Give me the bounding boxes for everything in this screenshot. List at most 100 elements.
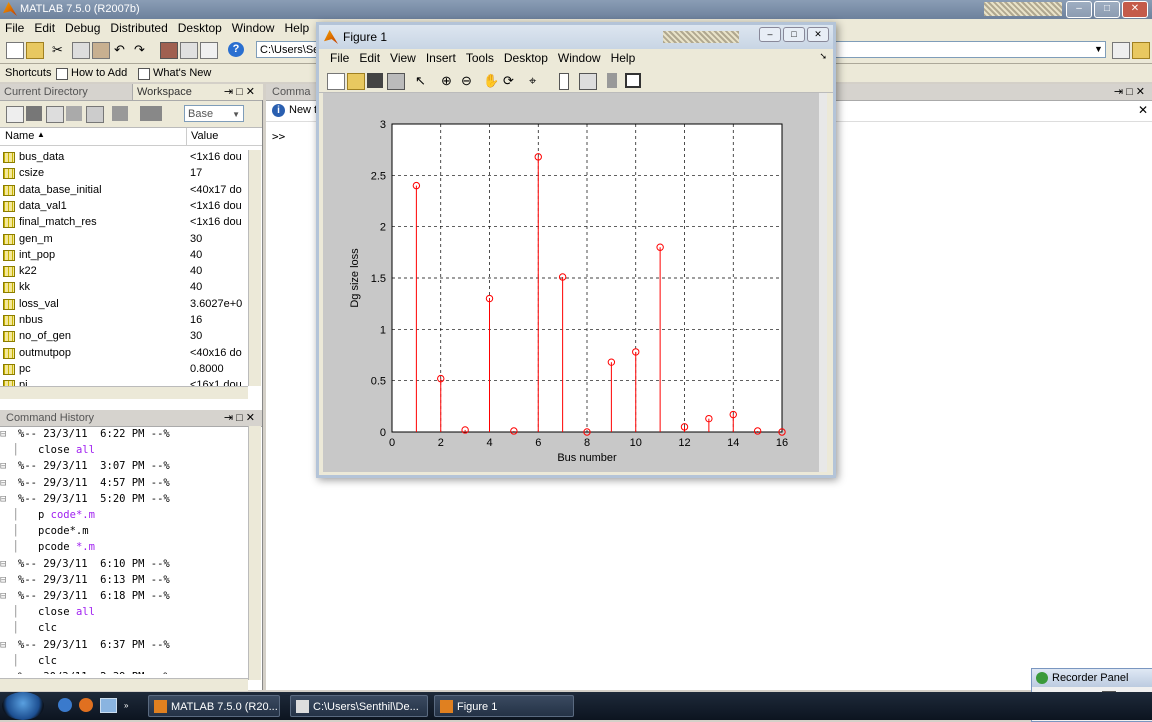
figure-menu-window[interactable]: Window	[553, 51, 606, 65]
taskbar-item[interactable]: MATLAB 7.5.0 (R20...	[148, 695, 280, 717]
collapse-toggle-icon[interactable]: ⊟	[0, 428, 18, 440]
workspace-row[interactable]: pc 0.8000	[0, 362, 248, 378]
zoom-out-icon[interactable]: ⊖	[461, 73, 477, 88]
figure-menu-edit[interactable]: Edit	[354, 51, 385, 65]
legend-icon[interactable]	[579, 73, 597, 90]
close-icon[interactable]: ✕	[1138, 103, 1148, 117]
history-entry[interactable]: │ pcode *.m	[0, 541, 95, 553]
data-cursor-icon[interactable]: ⌖	[529, 73, 545, 88]
workspace-row[interactable]: data_base_initial <40x17 do	[0, 183, 248, 199]
history-vertical-scrollbar[interactable]	[248, 426, 261, 680]
import-data-icon[interactable]	[46, 106, 64, 123]
panel-controls[interactable]: ⇥□✕	[1114, 85, 1148, 98]
open-file-icon[interactable]	[26, 42, 44, 59]
workspace-row[interactable]: loss_val 3.6027e+0	[0, 297, 248, 313]
firefox-quicklaunch-icon[interactable]	[79, 698, 93, 712]
how-to-add-link[interactable]: How to Add	[71, 67, 127, 79]
history-entry[interactable]: │ close all	[0, 444, 95, 456]
figure-menu-insert[interactable]: Insert	[421, 51, 461, 65]
collapse-toggle-icon[interactable]: ⊟	[0, 558, 18, 570]
rotate-3d-icon[interactable]: ⟳	[503, 73, 519, 88]
menu-edit[interactable]: Edit	[29, 21, 60, 35]
taskbar-item[interactable]: Figure 1	[434, 695, 574, 717]
history-entry[interactable]: ⊟ %-- 23/3/11 6:22 PM --%	[0, 428, 170, 440]
history-entry[interactable]: ⊟ %-- 29/3/11 6:37 PM --%	[0, 639, 170, 651]
open-file-icon[interactable]	[347, 73, 365, 90]
collapse-toggle-icon[interactable]: ⊟	[0, 574, 18, 586]
figure-minimize-button[interactable]: –	[759, 27, 781, 42]
menu-window[interactable]: Window	[227, 21, 280, 35]
menu-debug[interactable]: Debug	[60, 21, 105, 35]
simulink-icon[interactable]	[160, 42, 178, 59]
print-icon[interactable]	[86, 106, 104, 123]
chevron-right-icon[interactable]: »	[124, 701, 128, 710]
history-entry[interactable]: │ pcode*.m	[0, 525, 89, 537]
colorbar-icon[interactable]	[559, 73, 569, 90]
minimize-button[interactable]: –	[1066, 1, 1092, 18]
guide-icon[interactable]	[180, 42, 198, 59]
collapse-toggle-icon[interactable]: ⊟	[0, 639, 18, 651]
history-entry[interactable]: │ clc	[0, 622, 57, 634]
zoom-in-icon[interactable]: ⊕	[441, 73, 457, 88]
column-value[interactable]: Value	[186, 128, 218, 145]
open-variable-icon[interactable]	[26, 106, 42, 121]
new-variable-icon[interactable]	[6, 106, 24, 123]
copy-icon[interactable]	[72, 42, 90, 59]
workspace-row[interactable]: nbus 16	[0, 313, 248, 329]
show-plot-tools-icon[interactable]	[625, 73, 641, 88]
collapse-toggle-icon[interactable]: ⊟	[0, 460, 18, 472]
go-up-folder-icon[interactable]	[1132, 42, 1150, 59]
print-figure-icon[interactable]	[387, 73, 405, 90]
close-button[interactable]: ✕	[1122, 1, 1148, 18]
shortcuts-label[interactable]: Shortcuts	[5, 67, 51, 79]
tab-current-directory[interactable]: Current Directory	[4, 86, 88, 98]
chevron-down-icon[interactable]: ▼	[1094, 44, 1110, 59]
workspace-row[interactable]: csize 17	[0, 166, 248, 182]
history-entry[interactable]: ⊟ %-- 29/3/11 3:07 PM --%	[0, 460, 170, 472]
start-button-icon[interactable]	[2, 692, 44, 720]
edit-plot-icon[interactable]: ↖	[415, 73, 431, 88]
workspace-row[interactable]: outmutpop <40x16 do	[0, 346, 248, 362]
figure-close-button[interactable]: ✕	[807, 27, 829, 42]
browse-folder-icon[interactable]	[1112, 42, 1130, 59]
cut-icon[interactable]: ✂	[52, 42, 68, 57]
menu-desktop[interactable]: Desktop	[173, 21, 227, 35]
delete-icon[interactable]	[112, 106, 128, 121]
ie-quicklaunch-icon[interactable]	[58, 698, 72, 712]
menu-distributed[interactable]: Distributed	[105, 21, 172, 35]
workspace-row[interactable]: pi <16x1 dou	[0, 378, 248, 386]
panel-controls[interactable]: ⇥□✕	[224, 411, 258, 424]
workspace-row[interactable]: no_of_gen 30	[0, 329, 248, 345]
new-notice-text[interactable]: New t	[289, 104, 317, 116]
history-entry[interactable]: ⊟ %-- 29/3/11 6:13 PM --%	[0, 574, 170, 586]
redo-icon[interactable]: ↷	[134, 42, 150, 57]
history-entry[interactable]: ⊟ %-- 29/3/11 5:20 PM --%	[0, 493, 170, 505]
history-horizontal-scrollbar[interactable]	[0, 678, 248, 691]
save-workspace-icon[interactable]	[66, 106, 82, 121]
workspace-row[interactable]: k22 40	[0, 264, 248, 280]
history-entry[interactable]: │ close all	[0, 606, 95, 618]
workspace-row[interactable]: kk 40	[0, 280, 248, 296]
hide-plot-tools-icon[interactable]	[607, 73, 617, 88]
figure-maximize-button[interactable]: □	[783, 27, 805, 42]
stack-select[interactable]: Base ▼	[184, 105, 244, 122]
workspace-row[interactable]: int_pop 40	[0, 248, 248, 264]
pan-icon[interactable]: ✋	[483, 73, 499, 88]
history-entry[interactable]: │ clc	[0, 655, 57, 667]
figure-menu-desktop[interactable]: Desktop	[499, 51, 553, 65]
column-name[interactable]: Name	[5, 130, 34, 142]
plot-selector-icon[interactable]	[140, 106, 162, 121]
history-entry[interactable]: │ p code*.m	[0, 509, 95, 521]
command-prompt[interactable]: >>	[272, 130, 285, 143]
figure-menu-view[interactable]: View	[385, 51, 421, 65]
help-icon[interactable]: ?	[228, 42, 244, 57]
history-entry[interactable]: ⊟ %-- 29/3/11 6:18 PM --%	[0, 590, 170, 602]
menu-help[interactable]: Help	[279, 21, 314, 35]
taskbar-item[interactable]: C:\Users\Senthil\De...	[290, 695, 428, 717]
collapse-toggle-icon[interactable]: ⊟	[0, 671, 18, 674]
panel-controls[interactable]: ⇥□✕	[224, 85, 258, 98]
workspace-row[interactable]: data_val1 <1x16 dou	[0, 199, 248, 215]
history-entry[interactable]: ⊟%-- 30/3/11 2:39 PM --%	[0, 671, 170, 674]
show-desktop-icon[interactable]	[100, 698, 117, 713]
whats-new-link[interactable]: What's New	[153, 67, 211, 79]
